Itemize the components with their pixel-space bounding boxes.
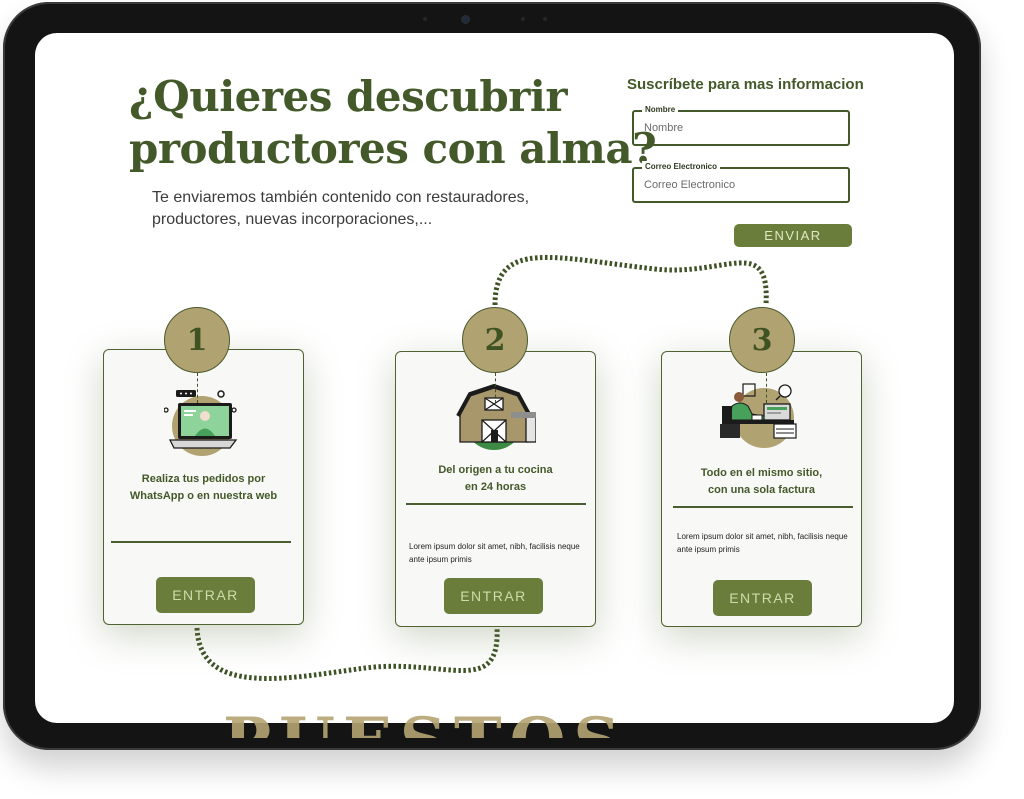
office-desk-icon	[720, 383, 797, 448]
front-sensor	[543, 17, 547, 21]
step-2-body: Lorem ipsum dolor sit amet, nibh, facili…	[409, 542, 580, 564]
step-1-entrar-button[interactable]: ENTRAR	[156, 577, 255, 613]
next-section-peek: PUESTOS DE	[223, 714, 753, 738]
hero-title: ¿Quieres descubrir productores con alma?	[129, 71, 657, 175]
next-section-heading: PUESTOS DE	[223, 714, 753, 738]
step-3-title-line-2: con una sola factura	[708, 484, 815, 496]
tablet-frame: ¿Quieres descubrir productores con alma?…	[3, 2, 981, 750]
front-sensor	[521, 17, 525, 21]
name-field: Nombre	[632, 104, 850, 146]
step-3-title-line-1: Todo en el mismo sitio,	[700, 467, 823, 479]
step-2-title-line-1: Del origen a tu cocina	[438, 464, 553, 476]
front-camera	[461, 15, 470, 24]
enviar-button[interactable]: ENVIAR	[734, 224, 852, 247]
step-card-1: Realiza tus pedidos por WhatsApp o en nu…	[103, 349, 304, 625]
subscribe-title: Suscríbete para mas informacion	[627, 76, 864, 93]
step-3-number-badge: 3	[729, 307, 795, 373]
step-2-entrar-button[interactable]: ENTRAR	[444, 578, 543, 614]
step-1-title: Realiza tus pedidos por WhatsApp o en nu…	[104, 471, 303, 505]
step-2-title-line-2: en 24 horas	[464, 481, 527, 493]
hero-subtitle: Te enviaremos también contenido con rest…	[152, 189, 530, 228]
step-3-dashed-pointer	[766, 373, 767, 403]
step-1-divider	[111, 541, 291, 543]
step-3-title: Todo en el mismo sitio, con una sola fac…	[662, 465, 861, 499]
step-2-dashed-pointer	[495, 373, 496, 403]
step-3-entrar-button[interactable]: ENTRAR	[713, 580, 812, 616]
connector-bottom-path	[194, 627, 500, 681]
step-1-title-line-2: WhatsApp o en nuestra web	[129, 490, 278, 502]
connector-top-path	[492, 254, 769, 306]
email-input[interactable]	[634, 169, 848, 201]
step-3-divider	[673, 506, 853, 508]
step-2-number-badge: 2	[462, 307, 528, 373]
name-input[interactable]	[634, 112, 848, 144]
step-1-title-line-1: Realiza tus pedidos por	[141, 473, 266, 485]
front-sensor	[423, 17, 427, 21]
barn-icon	[456, 384, 536, 450]
step-card-3: Todo en el mismo sitio, con una sola fac…	[661, 351, 862, 627]
step-1-dashed-pointer	[197, 373, 198, 403]
step-3-body: Lorem ipsum dolor sit amet, nibh, facili…	[677, 532, 848, 554]
screen: ¿Quieres descubrir productores con alma?…	[35, 33, 954, 723]
step-2-title: Del origen a tu cocina en 24 horas	[396, 462, 595, 496]
email-field: Correo Electronico	[632, 161, 850, 203]
step-1-number-badge: 1	[164, 307, 230, 373]
laptop-video-call-icon	[164, 390, 238, 456]
step-2-divider	[406, 503, 586, 505]
hero-title-line-1: ¿Quieres descubrir	[129, 72, 567, 121]
hero-title-line-2: productores con alma?	[129, 124, 657, 173]
